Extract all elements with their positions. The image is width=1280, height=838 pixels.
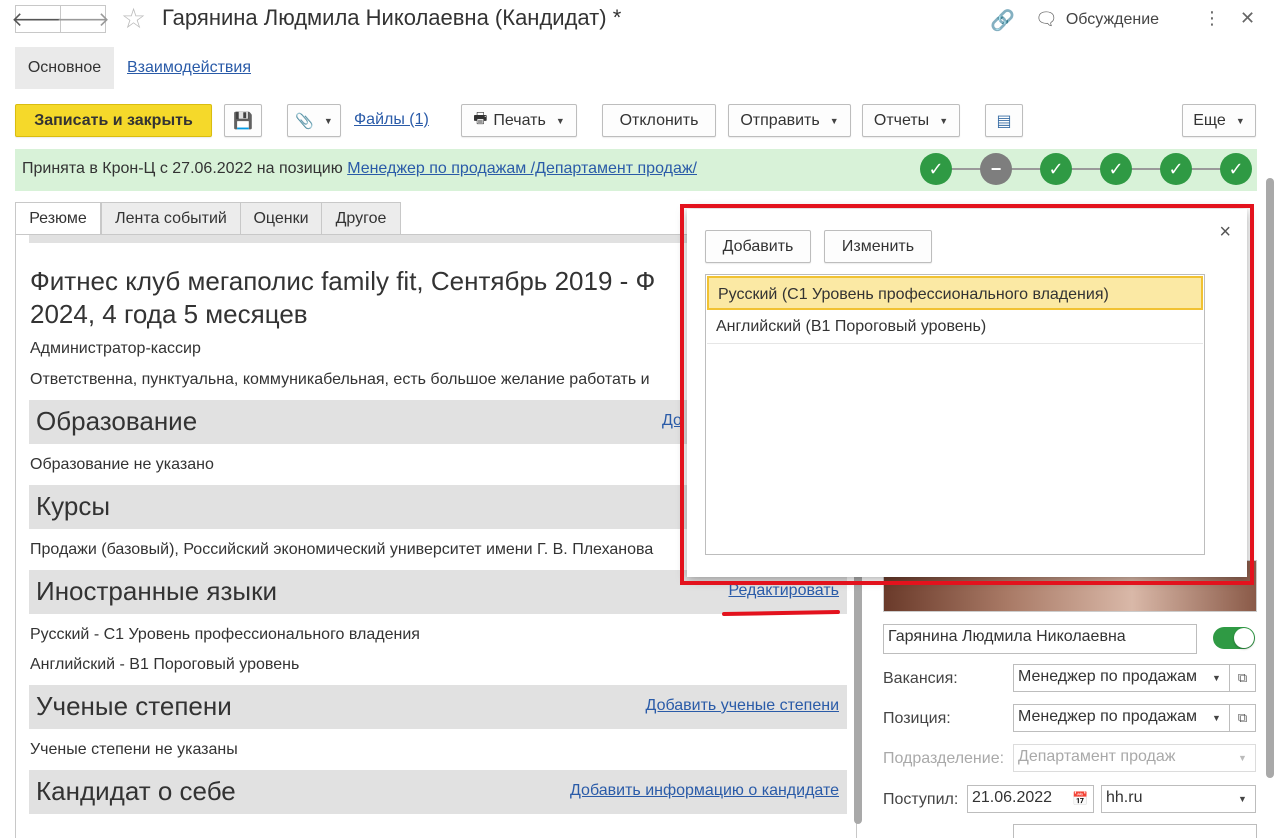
chevron-down-icon: ▼ [1235,115,1245,126]
more-button[interactable]: Еще ▼ [1182,104,1256,137]
chevron-down-icon: ▼ [323,115,333,126]
edit-languages-link[interactable]: Редактировать [728,582,839,600]
vacancy-field[interactable]: Менеджер по продажам [1013,664,1205,692]
position-dropdown-icon[interactable]: ▼ [1204,704,1230,732]
degrees-text: Ученые степени не указаны [30,741,238,758]
edit-language-button[interactable]: Изменить [824,230,932,263]
print-label: Печать [493,111,546,129]
education-text: Образование не указано [30,456,214,473]
status-bar: Принята в Крон-Ц с 27.06.2022 на позицию… [15,149,1257,191]
reports-button[interactable]: Отчеты ▼ [862,104,960,137]
close-icon[interactable]: ✕ [1240,8,1255,29]
favorite-star-icon[interactable]: ☆ [121,2,146,35]
tab-main[interactable]: Основное [15,47,114,89]
position-open-icon[interactable]: ⧉ [1230,704,1256,732]
courses-text: Продажи (базовый), Российский экономичес… [30,541,654,558]
section-about: Кандидат о себе Добавить информацию о ка… [29,770,847,814]
add-degrees-link[interactable]: Добавить ученые степени [646,697,839,715]
chat-bubble-icon: 🗨 [1035,9,1058,29]
discussion-button[interactable]: 🗨 Обсуждение [1035,9,1159,30]
chevron-down-icon: ▼ [555,115,565,126]
list-item[interactable]: Английский (В1 Пороговый уровень) [707,310,1203,344]
position-field[interactable]: Менеджер по продажам [1013,704,1205,732]
step-done-icon: ✓ [1100,153,1132,185]
link-icon[interactable]: 🔗 [990,8,1015,33]
add-education-link[interactable]: До [662,412,682,430]
chevron-down-icon: ▼ [939,115,949,126]
languages-list: Русский (С1 Уровень профессионального вл… [705,274,1205,555]
print-button[interactable]: 🖶 Печать ▼ [461,104,577,137]
calendar-icon[interactable]: 📅 [1068,785,1094,813]
list-item[interactable]: Русский (С1 Уровень профессионального вл… [707,276,1203,310]
tab-event-feed[interactable]: Лента событий [101,202,241,235]
list-document-icon: ▤ [996,112,1012,130]
add-language-button[interactable]: Добавить [705,230,811,263]
tab-ratings[interactable]: Оценки [240,202,322,235]
close-icon[interactable]: × [1219,221,1231,244]
vacancy-dropdown-icon[interactable]: ▼ [1204,664,1230,692]
reject-button[interactable]: Отклонить [602,104,716,137]
source-field[interactable]: hh.ru [1101,785,1231,813]
paperclip-icon: 📎 [295,112,314,130]
printer-icon: 🖶 [473,110,488,127]
step-done-icon: ✓ [920,153,952,185]
step-done-icon: ✓ [1040,153,1072,185]
save-close-button[interactable]: Записать и закрыть [15,104,212,137]
step-done-icon: ✓ [1160,153,1192,185]
tab-interactions[interactable]: Взаимодействия [127,47,251,89]
save-button[interactable]: 💾 [224,104,262,137]
section-title: Образование [36,406,198,436]
source-dropdown-icon[interactable]: ▼ [1230,785,1256,813]
job-title: Фитнес клуб мегаполис family fit, Сентяб… [30,265,730,331]
tab-other[interactable]: Другое [321,202,401,235]
tab-resume[interactable]: Резюме [15,202,101,235]
department-field: Департамент продаж [1013,744,1231,772]
more-label: Еще [1193,111,1226,129]
document-list-button[interactable]: ▤ [985,104,1023,137]
arrow-right-icon: 🡒 [56,8,110,31]
job-title-line1: Фитнес клуб мегаполис family fit, Сентяб… [30,266,656,296]
full-name-field[interactable]: Гарянина Людмила Николаевна [883,624,1197,654]
toggle-knob [1234,628,1254,648]
send-button[interactable]: Отправить ▼ [728,104,851,137]
department-dropdown-icon: ▼ [1230,744,1256,772]
section-title: Курсы [36,491,111,521]
language-item: Английский - В1 Пороговый уровень [30,656,300,673]
languages-popup: Добавить Изменить × Русский (С1 Уровень … [687,209,1247,577]
received-date-field[interactable]: 21.06.2022 [967,785,1069,813]
status-message: Принята в Крон-Ц с 27.06.2022 на позицию [22,160,348,177]
chevron-down-icon: ▼ [829,115,839,126]
section-degrees: Ученые степени Добавить ученые степени [29,685,847,729]
section-title: Ученые степени [36,691,232,721]
next-field-cut [1013,824,1257,838]
right-panel-scrollbar[interactable] [1266,178,1274,778]
position-label: Позиция: [883,710,951,727]
forward-button[interactable]: 🡒 [56,5,110,33]
vacancy-label: Вакансия: [883,670,958,687]
send-label: Отправить [740,111,820,129]
vacancy-open-icon[interactable]: ⧉ [1230,664,1256,692]
attach-button[interactable]: 📎 ▼ [287,104,341,137]
discussion-label: Обсуждение [1065,10,1160,28]
section-title: Кандидат о себе [36,776,236,806]
reports-label: Отчеты [873,111,930,129]
position-link[interactable]: Менеджер по продажам /Департамент продаж… [347,160,697,177]
received-label: Поступил: [883,791,959,808]
job-position: Администратор-кассир [30,340,201,357]
step-done-icon: ✓ [1220,153,1252,185]
window-title: Гарянина Людмила Николаевна (Кандидат) * [162,5,622,30]
back-button[interactable]: 🡐 [11,5,65,33]
section-title: Иностранные языки [36,576,278,606]
step-skipped-icon: − [980,153,1012,185]
more-vertical-icon[interactable]: ⋮ [1203,8,1221,29]
job-title-line2: 2024, 4 года 5 месяцев [30,299,308,329]
files-link[interactable]: Файлы (1) [354,111,429,129]
active-toggle[interactable] [1213,627,1255,649]
status-text: Принята в Крон-Ц с 27.06.2022 на позицию… [22,160,697,178]
department-label: Подразделение: [883,750,1005,767]
floppy-disk-icon: 💾 [233,112,253,130]
job-description: Ответственна, пунктуальна, коммуникабель… [30,371,650,388]
add-about-link[interactable]: Добавить информацию о кандидате [570,782,839,800]
language-item: Русский - С1 Уровень профессионального в… [30,626,420,643]
